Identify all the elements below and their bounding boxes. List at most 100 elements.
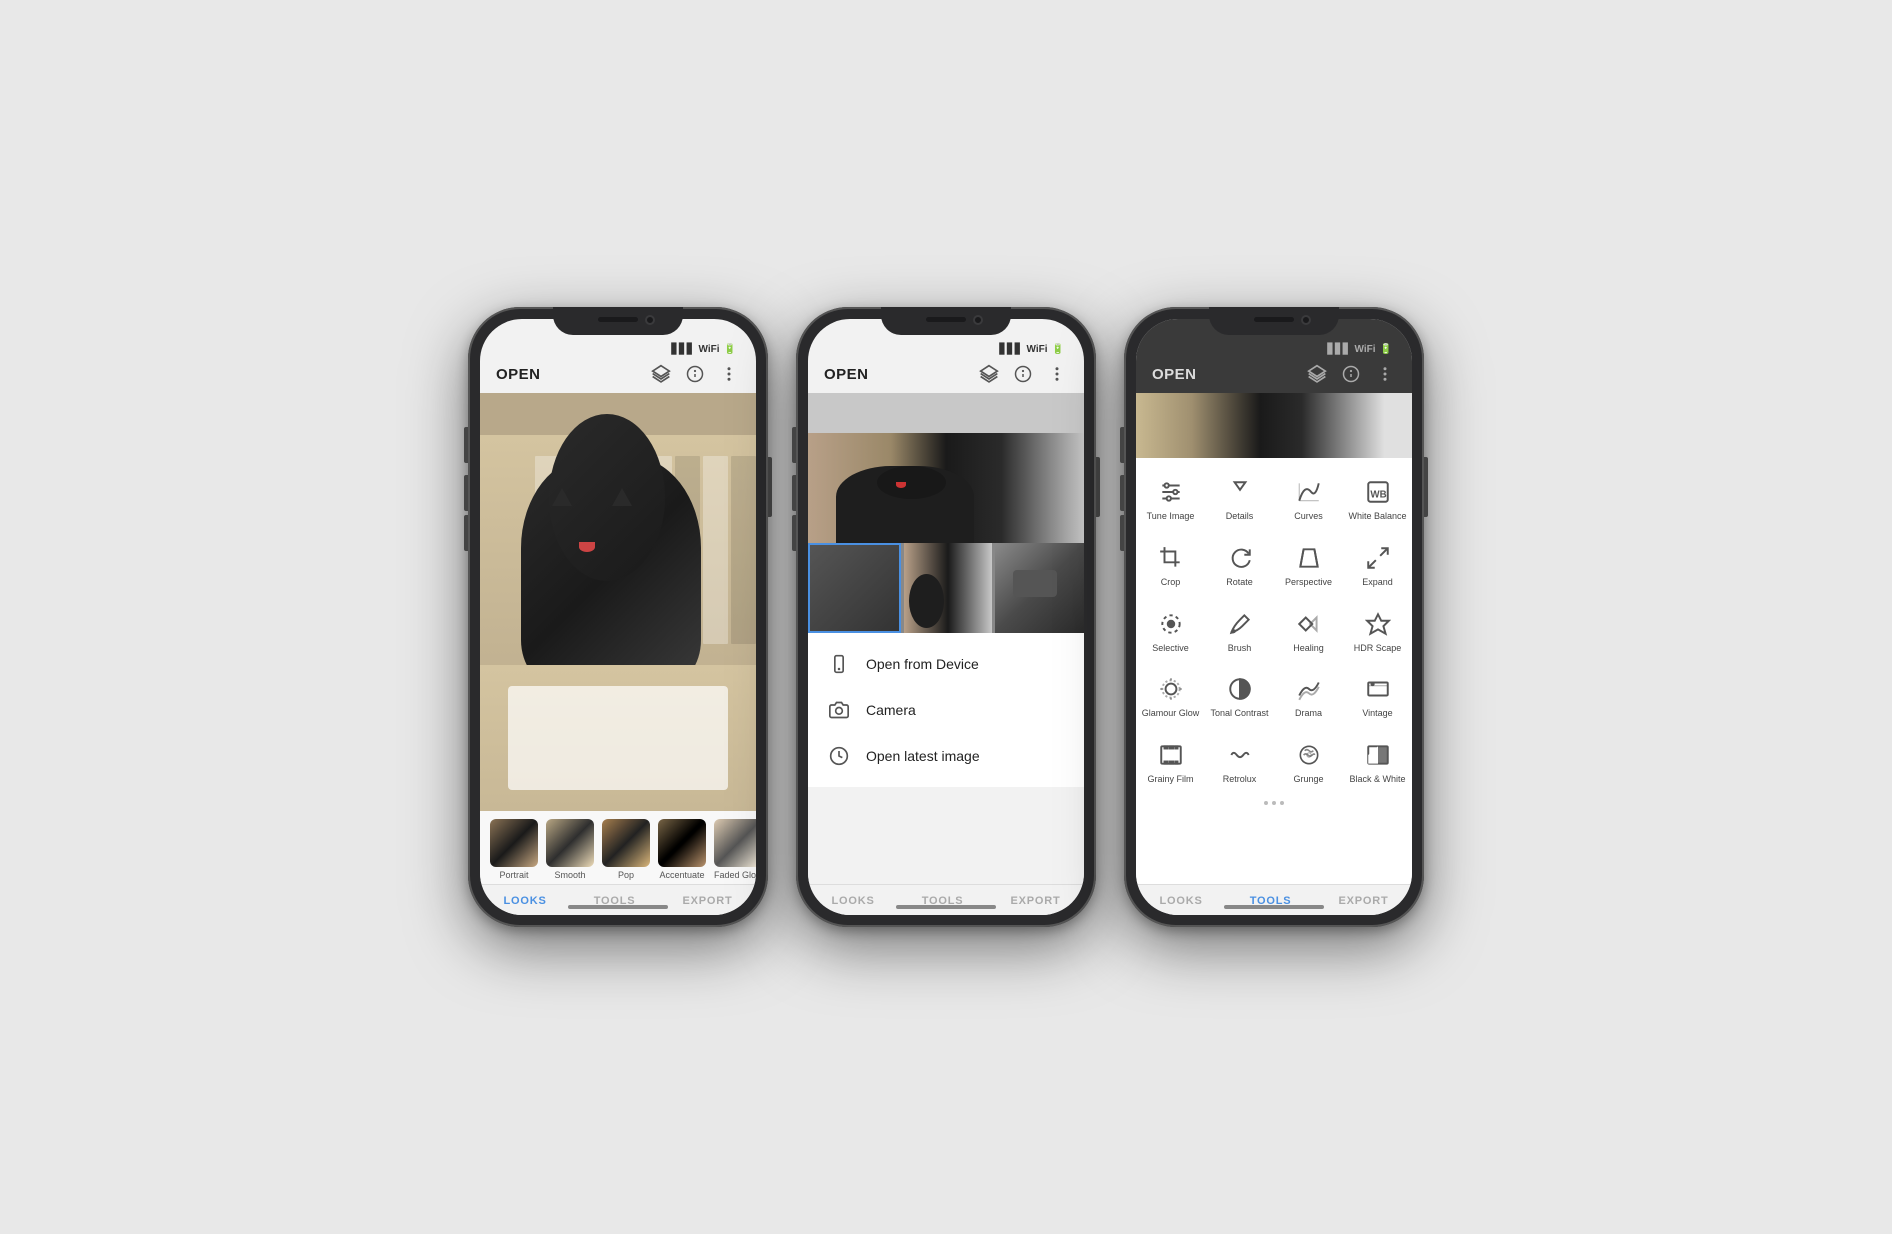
battery-icon-2: 🔋: [1052, 344, 1064, 355]
tab-export-2[interactable]: EXPORT: [1000, 893, 1070, 909]
look-pop[interactable]: Pop: [602, 819, 650, 880]
gray-area-2: [808, 393, 1084, 433]
perspective-label: Perspective: [1285, 577, 1332, 588]
tool-perspective[interactable]: Perspective: [1274, 532, 1343, 598]
thumbnail-2[interactable]: [904, 543, 993, 633]
dot-3: [1280, 801, 1284, 805]
blackwhite-icon: [1364, 741, 1392, 769]
phone-2: ▋▋▋ WiFi 🔋 OPEN: [796, 307, 1096, 927]
rotate-icon: [1226, 544, 1254, 572]
notch-2: [881, 307, 1011, 335]
drama-label: Drama: [1295, 708, 1322, 719]
status-icons-3: ▋▋▋ WiFi 🔋: [1327, 344, 1392, 355]
speaker-2: [926, 317, 966, 322]
thumbnail-1[interactable]: [808, 543, 901, 633]
tool-details[interactable]: Details: [1205, 466, 1274, 532]
preview-image-2: [808, 433, 1084, 543]
open-button-2[interactable]: OPEN: [824, 366, 869, 383]
vintage-label: Vintage: [1362, 708, 1392, 719]
tool-grainy-film[interactable]: Grainy Film: [1136, 729, 1205, 795]
tonal-icon: [1226, 675, 1254, 703]
retrolux-icon: [1226, 741, 1254, 769]
open-button-1[interactable]: OPEN: [496, 366, 541, 383]
more-icon-3[interactable]: [1374, 363, 1396, 385]
look-accentuate[interactable]: Accentuate: [658, 819, 706, 880]
clock-icon: [828, 745, 850, 767]
info-icon-3[interactable]: [1340, 363, 1362, 385]
tool-vintage[interactable]: Vintage: [1343, 663, 1412, 729]
battery-icon: 🔋: [724, 344, 736, 355]
header-1: OPEN: [480, 359, 756, 393]
tool-retrolux[interactable]: Retrolux: [1205, 729, 1274, 795]
menu-device[interactable]: Open from Device: [808, 641, 1084, 687]
info-icon-2[interactable]: [1012, 363, 1034, 385]
blackwhite-label: Black & White: [1349, 774, 1405, 785]
header-2: OPEN: [808, 359, 1084, 393]
selective-icon: [1157, 610, 1185, 638]
tool-tonal-contrast[interactable]: Tonal Contrast: [1205, 663, 1274, 729]
phone-3: ▋▋▋ WiFi 🔋 OPEN: [1124, 307, 1424, 927]
signal-icon-2: ▋▋▋: [999, 344, 1022, 355]
retrolux-label: Retrolux: [1223, 774, 1257, 785]
tab-looks-2[interactable]: LOOKS: [822, 893, 885, 909]
tool-selective[interactable]: Selective: [1136, 598, 1205, 664]
tab-looks-1[interactable]: LOOKS: [494, 893, 557, 909]
perspective-icon: [1295, 544, 1323, 572]
crop-icon: [1157, 544, 1185, 572]
camera-1: [645, 315, 655, 325]
tab-export-1[interactable]: EXPORT: [672, 893, 742, 909]
thumbnail-3[interactable]: [995, 543, 1084, 633]
look-smooth[interactable]: Smooth: [546, 819, 594, 880]
tool-crop[interactable]: Crop: [1136, 532, 1205, 598]
tool-curves[interactable]: Curves: [1274, 466, 1343, 532]
more-icon-2[interactable]: [1046, 363, 1068, 385]
tool-brush[interactable]: Brush: [1205, 598, 1274, 664]
signal-icon: ▋▋▋: [671, 344, 694, 355]
tune-icon: [1157, 478, 1185, 506]
menu-latest-label: Open latest image: [866, 748, 980, 764]
layers-icon-3[interactable]: [1306, 363, 1328, 385]
battery-icon-3: 🔋: [1380, 344, 1392, 355]
brush-icon: [1226, 610, 1254, 638]
bottom-tabs-2: LOOKS TOOLS EXPORT: [808, 884, 1084, 915]
vintage-icon: [1364, 675, 1392, 703]
notch-3: [1209, 307, 1339, 335]
bottom-tabs-1: LOOKS TOOLS EXPORT: [480, 884, 756, 915]
crop-label: Crop: [1161, 577, 1181, 588]
details-icon: [1226, 478, 1254, 506]
main-image-1: [480, 393, 756, 811]
tool-tune-image[interactable]: Tune Image: [1136, 466, 1205, 532]
tool-glamour-glow[interactable]: Glamour Glow: [1136, 663, 1205, 729]
signal-icon-3: ▋▋▋: [1327, 344, 1350, 355]
more-icon-1[interactable]: [718, 363, 740, 385]
tool-grunge[interactable]: Grunge: [1274, 729, 1343, 795]
layers-icon-2[interactable]: [978, 363, 1000, 385]
info-icon-1[interactable]: [684, 363, 706, 385]
tool-hdr-scape[interactable]: HDR Scape: [1343, 598, 1412, 664]
phone-1: ▋▋▋ WiFi 🔋 OPEN: [468, 307, 768, 927]
tab-looks-3[interactable]: LOOKS: [1150, 893, 1213, 909]
bottom-tabs-3: LOOKS TOOLS EXPORT: [1136, 884, 1412, 915]
svg-text:WB: WB: [1370, 489, 1386, 500]
tool-rotate[interactable]: Rotate: [1205, 532, 1274, 598]
tool-expand[interactable]: Expand: [1343, 532, 1412, 598]
tool-healing[interactable]: Healing: [1274, 598, 1343, 664]
menu-camera[interactable]: Camera: [808, 687, 1084, 733]
open-button-3[interactable]: OPEN: [1152, 366, 1197, 383]
tool-black-white[interactable]: Black & White: [1343, 729, 1412, 795]
looks-scroll-1: Portrait Smooth Pop Accentuate Faded Glo…: [480, 819, 756, 880]
look-portrait[interactable]: Portrait: [490, 819, 538, 880]
tool-white-balance[interactable]: WB White Balance: [1343, 466, 1412, 532]
wb-label: White Balance: [1348, 511, 1406, 522]
speaker-1: [598, 317, 638, 322]
menu-latest[interactable]: Open latest image: [808, 733, 1084, 779]
drama-icon: [1295, 675, 1323, 703]
dot-2: [1272, 801, 1276, 805]
wifi-icon: WiFi: [699, 344, 720, 355]
look-faded-glow[interactable]: Faded Glow: [714, 819, 756, 880]
camera-3: [1301, 315, 1311, 325]
tools-grid-3: Tune Image Details: [1136, 466, 1412, 795]
layers-icon-1[interactable]: [650, 363, 672, 385]
tab-export-3[interactable]: EXPORT: [1328, 893, 1398, 909]
tool-drama[interactable]: Drama: [1274, 663, 1343, 729]
